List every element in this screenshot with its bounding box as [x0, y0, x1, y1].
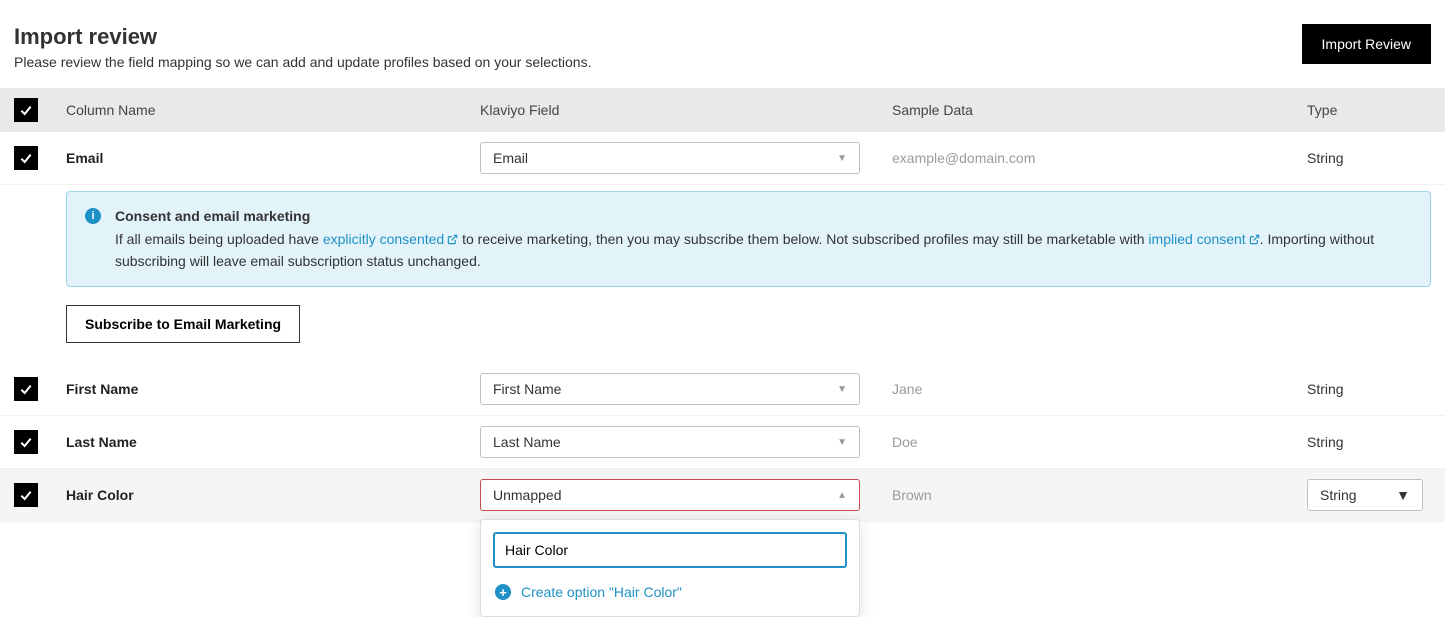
table-row: Email Email ▼ example@domain.com String — [0, 132, 1445, 185]
subscribe-email-marketing-button[interactable]: Subscribe to Email Marketing — [66, 305, 300, 343]
check-icon — [18, 102, 34, 118]
row-column-name: Email — [66, 150, 480, 166]
explicitly-consented-link[interactable]: explicitly consented — [323, 231, 458, 247]
external-link-icon — [447, 230, 458, 251]
page-title: Import review — [14, 24, 591, 50]
row-checkbox[interactable] — [14, 483, 38, 507]
chevron-down-icon: ▼ — [837, 384, 847, 395]
row-column-name: First Name — [66, 381, 480, 397]
select-value: Last Name — [493, 434, 561, 450]
row-sample-data: Jane — [892, 381, 1307, 397]
row-type: String — [1307, 150, 1431, 166]
column-header-sample: Sample Data — [892, 102, 1307, 118]
check-icon — [18, 381, 34, 397]
select-all-checkbox[interactable] — [14, 98, 38, 122]
chevron-down-icon: ▼ — [837, 437, 847, 448]
info-title: Consent and email marketing — [115, 206, 1412, 227]
select-value: Unmapped — [493, 487, 562, 503]
klaviyo-field-select[interactable]: Unmapped ▲ — [480, 479, 860, 511]
column-header-type: Type — [1307, 102, 1431, 118]
table-row: Last Name Last Name ▼ Doe String — [0, 416, 1445, 469]
dropdown-search-input[interactable] — [493, 532, 847, 568]
check-icon — [18, 487, 34, 503]
consent-info-box: i Consent and email marketing If all ema… — [66, 191, 1431, 287]
type-select[interactable]: String ▼ — [1307, 479, 1423, 511]
chevron-up-icon: ▲ — [837, 490, 847, 501]
row-checkbox[interactable] — [14, 146, 38, 170]
column-header-field: Klaviyo Field — [480, 102, 892, 118]
klaviyo-field-select[interactable]: Last Name ▼ — [480, 426, 860, 458]
klaviyo-field-select[interactable]: Email ▼ — [480, 142, 860, 174]
import-review-button[interactable]: Import Review — [1302, 24, 1431, 64]
page-subtitle: Please review the field mapping so we ca… — [14, 54, 591, 70]
external-link-icon — [1249, 230, 1260, 251]
select-value: String — [1320, 487, 1357, 503]
row-column-name: Last Name — [66, 434, 480, 450]
field-dropdown: + Create option "Hair Color" — [480, 519, 860, 617]
check-icon — [18, 434, 34, 450]
table-header-row: Column Name Klaviyo Field Sample Data Ty… — [0, 88, 1445, 132]
info-icon: i — [85, 208, 101, 224]
create-option-button[interactable]: + Create option "Hair Color" — [493, 580, 847, 604]
row-type: String — [1307, 381, 1431, 397]
row-sample-data: Brown — [892, 487, 1307, 503]
page-header: Import review Please review the field ma… — [0, 0, 1445, 88]
select-value: Email — [493, 150, 528, 166]
row-checkbox[interactable] — [14, 430, 38, 454]
row-sample-data: example@domain.com — [892, 150, 1307, 166]
column-header-name: Column Name — [66, 102, 480, 118]
row-column-name: Hair Color — [66, 487, 480, 503]
row-sample-data: Doe — [892, 434, 1307, 450]
table-row: Hair Color Unmapped ▲ + Create option "H… — [0, 469, 1445, 522]
check-icon — [18, 150, 34, 166]
select-value: First Name — [493, 381, 561, 397]
table-row: First Name First Name ▼ Jane String — [0, 363, 1445, 416]
row-type: String — [1307, 434, 1431, 450]
klaviyo-field-select[interactable]: First Name ▼ — [480, 373, 860, 405]
implied-consent-link[interactable]: implied consent — [1148, 231, 1259, 247]
chevron-down-icon: ▼ — [1396, 487, 1410, 503]
info-body: If all emails being uploaded have explic… — [115, 229, 1412, 272]
row-checkbox[interactable] — [14, 377, 38, 401]
create-option-label: Create option "Hair Color" — [521, 584, 682, 600]
chevron-down-icon: ▼ — [837, 153, 847, 164]
plus-circle-icon: + — [495, 584, 511, 600]
